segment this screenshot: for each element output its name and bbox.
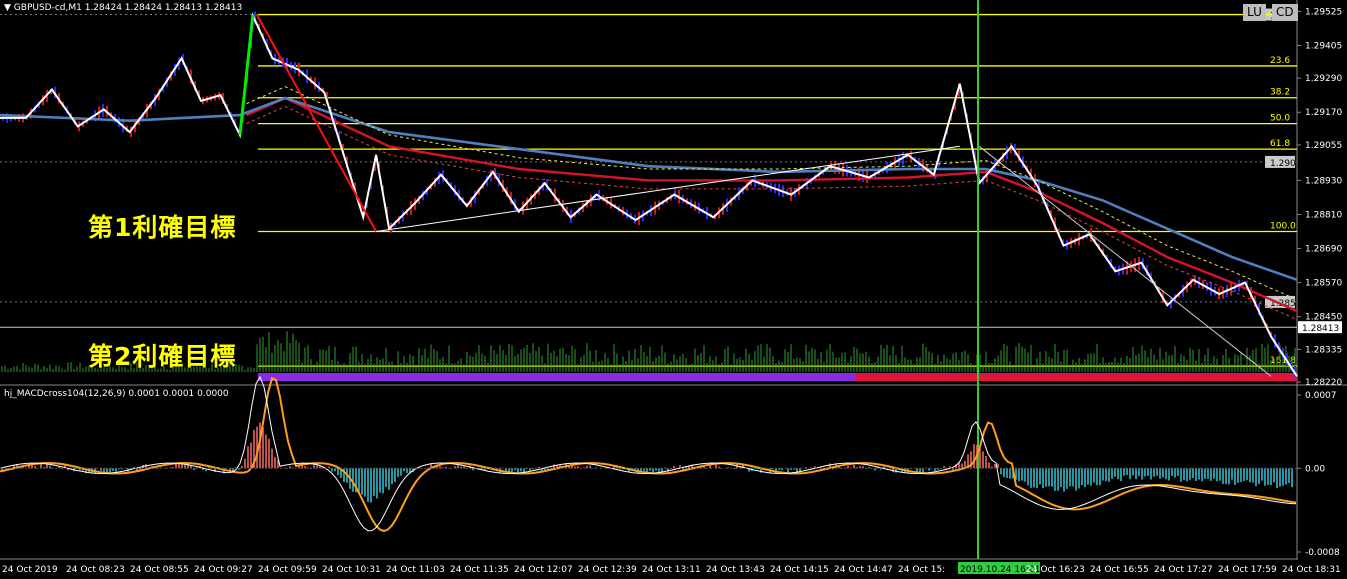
- macd-tick-label: -0.0008: [1305, 548, 1340, 558]
- fib-level-label: 100.0: [1270, 221, 1296, 231]
- symbol-title: ▼ GBPUSD-cd,M1 1.28424 1.28424 1.28413 1…: [4, 3, 243, 13]
- time-tick-label: 24 Oct 12:07: [514, 565, 573, 575]
- time-tick-label: 24 Oct 09:27: [194, 565, 253, 575]
- target2-label: 第2利確目標: [88, 342, 237, 371]
- dropdown-triangle-icon[interactable]: ▼: [4, 3, 14, 13]
- time-tick-label: 24 Oct 13:43: [706, 565, 765, 575]
- time-tick-label: 24 Oct 08:55: [130, 565, 189, 575]
- time-tick-label: 24 Oct 17:59: [1218, 565, 1277, 575]
- price-tick-label: 1.28930: [1305, 176, 1342, 186]
- target1-label: 第1利確目標: [88, 213, 237, 242]
- price-tick-label: 1.29290: [1305, 74, 1342, 84]
- time-tick-label: 24 Oct 14:15: [770, 565, 829, 575]
- macd-tick-label: 0.0007: [1305, 391, 1337, 401]
- time-tick-label: 24 Oct 13:11: [642, 565, 701, 575]
- time-tick-label: 24 Oct 09:59: [258, 565, 317, 575]
- fib-level-label: 23.6: [1270, 56, 1290, 66]
- time-tick-label: 24 Oct 18:31: [1282, 565, 1341, 575]
- price-tick-label: 1.28450: [1305, 313, 1342, 323]
- time-tick-label: 24 Oct 15:: [898, 565, 945, 575]
- time-tick-label: 24 Oct 17:27: [1154, 565, 1213, 575]
- time-tick-label: 24 Oct 14:47: [834, 565, 893, 575]
- background: [0, 0, 1347, 579]
- fib-level-label: 50.0: [1270, 114, 1290, 124]
- price-tick-label: 1.28335: [1305, 345, 1342, 355]
- price-tick-label: 1.28220: [1305, 378, 1342, 388]
- macd-tick-label: 0.00: [1305, 464, 1325, 474]
- trend-strip-red: [855, 373, 1297, 381]
- time-tick-label: 24 Oct 11:35: [450, 565, 509, 575]
- price-tick-label: 1.29170: [1305, 108, 1342, 118]
- last-price-label: 1.28413: [1302, 324, 1339, 334]
- price-marker-label: 1.290: [1270, 159, 1296, 169]
- price-tick-label: 1.29525: [1305, 7, 1342, 17]
- cd-button[interactable]: CD: [1272, 4, 1298, 21]
- trend-strip-purple: [258, 373, 855, 381]
- chart-canvas: 1.2951.2901.28523.638.250.061.8100.0161.…: [0, 0, 1347, 579]
- fib-level-label: 61.8: [1270, 139, 1290, 149]
- time-tick-label: 24 Oct 16:55: [1090, 565, 1149, 575]
- price-tick-label: 1.28810: [1305, 210, 1342, 220]
- price-tick-label: 1.28690: [1305, 245, 1342, 255]
- time-tick-label: 24 Oct 16:23: [1026, 565, 1085, 575]
- time-tick-label: 24 Oct 10:31: [322, 565, 381, 575]
- time-tick-label: 24 Oct 2019: [2, 565, 58, 575]
- price-tick-label: 1.29405: [1305, 41, 1342, 51]
- time-tick-label: 24 Oct 12:39: [578, 565, 637, 575]
- fib-level-label: 38.2: [1270, 88, 1290, 98]
- time-tick-label: 24 Oct 08:23: [66, 565, 125, 575]
- lu-button[interactable]: LU: [1243, 4, 1266, 21]
- price-tick-label: 1.29055: [1305, 141, 1342, 151]
- time-tick-label: 24 Oct 11:03: [386, 565, 445, 575]
- price-tick-label: 1.28570: [1305, 279, 1342, 289]
- indicator-title: hj_MACDcross104(12,26,9) 0.0001 0.0001 0…: [4, 389, 229, 399]
